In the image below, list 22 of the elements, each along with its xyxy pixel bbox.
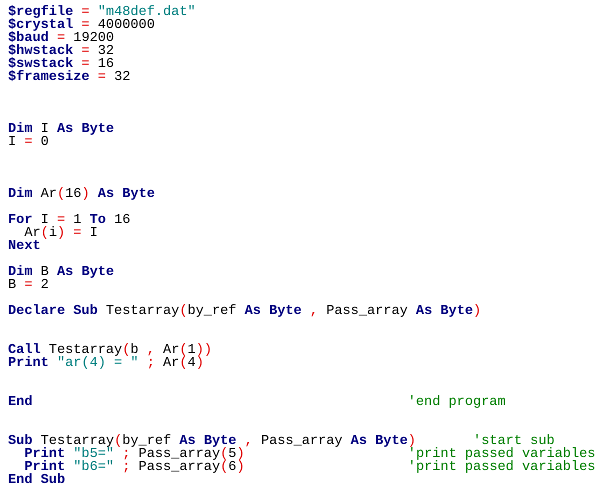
code-line: $swstack = 16: [8, 58, 114, 71]
code-line: B = 2: [8, 279, 49, 292]
code-line: $baud = 19200: [8, 32, 114, 45]
code-line: Dim B As Byte: [8, 266, 114, 279]
code-line: Next: [8, 240, 41, 253]
code-line: Ar(i) = I: [24, 227, 98, 240]
code-line: Sub Testarray(by_ref As Byte , Pass_array As Byte) 'start sub: [8, 435, 555, 448]
code-line: End 'end program: [8, 396, 506, 409]
code-line: Call Testarray(b , Ar(1)): [8, 344, 212, 357]
code-line: Print "b5=" ; Pass_array(5) 'print passed variables: [23, 448, 596, 461]
code-line: $regfile = "m48def.dat": [8, 6, 196, 19]
code-line: Dim I As Byte: [8, 123, 114, 136]
code-line: Print "b6=" ; Pass_array(6) 'print passed variables: [24, 461, 596, 474]
code-line: Declare Sub Testarray(by_ref As Byte , Pass_array As Byte): [8, 305, 482, 318]
code-line: I = 0: [8, 136, 49, 149]
code-line: $crystal = 4000000: [8, 19, 155, 32]
code-line: $hwstack = 32: [8, 45, 114, 58]
code-line: End Sub: [8, 474, 66, 487]
code-line: Print "ar(4) = " ; Ar(4): [8, 357, 204, 370]
code-line: $framesize = 32: [8, 71, 130, 84]
code-line: For I = 1 To 16: [8, 214, 130, 227]
code-line: Dim Ar(16) As Byte: [8, 188, 155, 201]
